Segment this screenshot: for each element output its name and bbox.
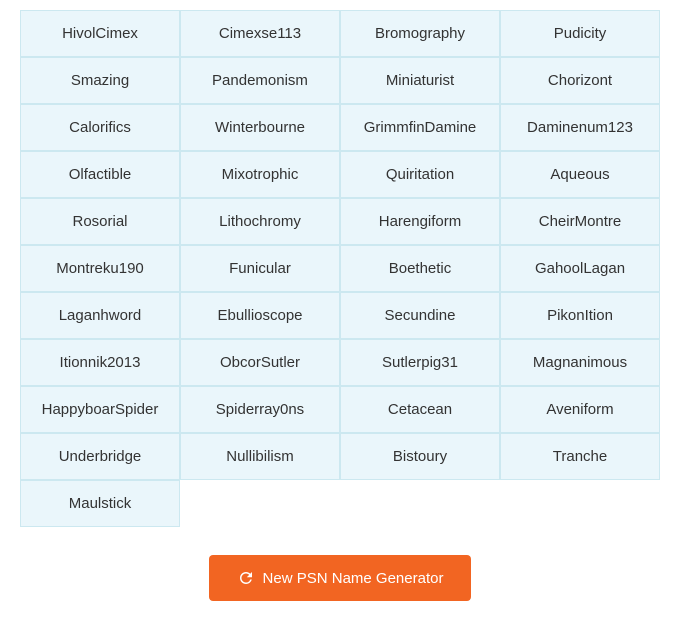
grid-cell: Olfactible — [20, 151, 180, 198]
grid-cell: ObcorSutler — [180, 339, 340, 386]
grid-cell: Secundine — [340, 292, 500, 339]
grid-cell: Cimexse113 — [180, 10, 340, 57]
grid-cell: Ebullioscope — [180, 292, 340, 339]
grid-cell: Itionnik2013 — [20, 339, 180, 386]
grid-cell: Bistoury — [340, 433, 500, 480]
grid-cell: Funicular — [180, 245, 340, 292]
grid-cell: Aveniform — [500, 386, 660, 433]
grid-cell: Mixotrophic — [180, 151, 340, 198]
grid-cell: Spiderray0ns — [180, 386, 340, 433]
grid-cell: Underbridge — [20, 433, 180, 480]
grid-cell: Laganhword — [20, 292, 180, 339]
grid-cell: Calorifics — [20, 104, 180, 151]
grid-cell: CheirMontre — [500, 198, 660, 245]
generate-button[interactable]: New PSN Name Generator — [209, 555, 472, 601]
grid-row: Montreku190FunicularBoetheticGahoolLagan — [20, 245, 660, 292]
grid-cell — [180, 480, 340, 527]
grid-cell: HivolCimex — [20, 10, 180, 57]
grid-row: Maulstick — [20, 480, 660, 527]
grid-cell: Montreku190 — [20, 245, 180, 292]
grid-cell: HappyboarSpider — [20, 386, 180, 433]
names-grid: HivolCimexCimexse113BromographyPudicityS… — [20, 10, 660, 527]
grid-cell: PikonItion — [500, 292, 660, 339]
grid-cell: Bromography — [340, 10, 500, 57]
grid-cell: Rosorial — [20, 198, 180, 245]
refresh-icon — [237, 569, 255, 587]
grid-row: SmazingPandemonismMiniaturistChorizont — [20, 57, 660, 104]
grid-cell: Daminenum123 — [500, 104, 660, 151]
grid-cell: Nullibilism — [180, 433, 340, 480]
grid-cell: Maulstick — [20, 480, 180, 527]
grid-cell: Lithochromy — [180, 198, 340, 245]
grid-row: HappyboarSpiderSpiderray0nsCetaceanAveni… — [20, 386, 660, 433]
grid-cell — [500, 480, 660, 527]
grid-cell: GahoolLagan — [500, 245, 660, 292]
grid-cell: Smazing — [20, 57, 180, 104]
grid-cell: Quiritation — [340, 151, 500, 198]
grid-cell: Sutlerpig31 — [340, 339, 500, 386]
grid-cell: GrimmfinDamine — [340, 104, 500, 151]
grid-cell: Tranche — [500, 433, 660, 480]
grid-row: HivolCimexCimexse113BromographyPudicity — [20, 10, 660, 57]
grid-row: UnderbridgeNullibilismBistouryTranche — [20, 433, 660, 480]
grid-cell: Chorizont — [500, 57, 660, 104]
grid-row: OlfactibleMixotrophicQuiritationAqueous — [20, 151, 660, 198]
grid-cell: Harengiform — [340, 198, 500, 245]
grid-cell: Pudicity — [500, 10, 660, 57]
grid-cell: Magnanimous — [500, 339, 660, 386]
grid-cell: Boethetic — [340, 245, 500, 292]
generate-button-label: New PSN Name Generator — [263, 570, 444, 587]
grid-cell: Cetacean — [340, 386, 500, 433]
grid-cell: Aqueous — [500, 151, 660, 198]
grid-cell: Winterbourne — [180, 104, 340, 151]
grid-row: LaganhwordEbullioscopeSecundinePikonItio… — [20, 292, 660, 339]
grid-row: CalorificsWinterbourneGrimmfinDamineDami… — [20, 104, 660, 151]
grid-row: RosorialLithochromyHarengiformCheirMontr… — [20, 198, 660, 245]
grid-row: Itionnik2013ObcorSutlerSutlerpig31Magnan… — [20, 339, 660, 386]
grid-cell — [340, 480, 500, 527]
grid-cell: Miniaturist — [340, 57, 500, 104]
grid-cell: Pandemonism — [180, 57, 340, 104]
